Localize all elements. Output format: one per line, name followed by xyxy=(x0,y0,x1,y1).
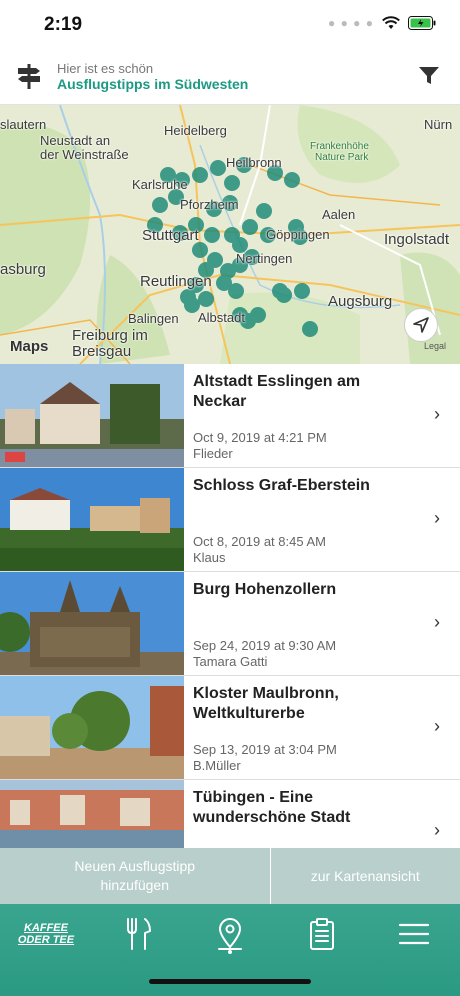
menu-icon xyxy=(399,923,429,945)
list-item[interactable]: Altstadt Esslingen am Neckar Oct 9, 2019… xyxy=(0,364,460,468)
map-label-strasbourg: asburg xyxy=(0,261,46,278)
map-label-heilbronn: Heilbronn xyxy=(226,155,282,170)
apple-maps-logo: Maps xyxy=(10,338,48,355)
map-label-freiburg: Freiburg im xyxy=(72,327,148,344)
tip-title: Schloss Graf-Eberstein xyxy=(193,477,370,494)
map-label-neustadt: Neustadt an xyxy=(40,133,111,148)
chevron-right-icon: › xyxy=(434,612,440,632)
map-label-nuertingen: Nertingen xyxy=(236,251,293,266)
maps-logo-text: Maps xyxy=(10,338,49,355)
tip-title: Tübingen - Eine wunderschöne Stadt xyxy=(193,789,351,826)
app-header: Hier ist es schön Ausflugstipps im Südwe… xyxy=(0,50,460,105)
header-title: Ausflugstipps im Südwesten xyxy=(57,76,249,92)
map-label-kaiserslautern: slautern xyxy=(0,117,47,132)
tab-tips-map[interactable] xyxy=(200,914,260,954)
tab-menu[interactable] xyxy=(384,914,444,954)
list-item[interactable]: Tübingen - Eine wunderschöne Stadt › xyxy=(0,780,460,848)
signal-dots-icon: ● ● ● ● xyxy=(328,16,374,30)
map-label-heidelberg: Heidelberg xyxy=(164,123,227,138)
map-label-pforzheim: Pforzheim xyxy=(180,197,239,212)
map-label-park: Frankenhöhe xyxy=(310,141,369,152)
map-label-ingolstadt: Ingolstadt xyxy=(384,231,450,248)
tip-author: Klaus xyxy=(193,550,226,565)
list-item[interactable]: Burg Hohenzollern Sep 24, 2019 at 9:30 A… xyxy=(0,572,460,676)
tip-title: Altstadt Esslingen am Neckar xyxy=(193,373,361,410)
header-subtitle: Hier ist es schön xyxy=(57,61,154,76)
status-time: 2:19 xyxy=(44,14,83,35)
map-legal-link[interactable]: Legal xyxy=(424,341,446,351)
map-label-nuernberg: Nürn xyxy=(424,117,453,132)
active-tab-indicator xyxy=(228,950,232,954)
map-label-goeppingen: Göppingen xyxy=(266,227,330,242)
filter-icon[interactable] xyxy=(418,66,440,86)
list-item[interactable]: Kloster Maulbronn, Weltkulturerbe Sep 13… xyxy=(0,676,460,780)
tips-list[interactable]: Altstadt Esslingen am Neckar Oct 9, 2019… xyxy=(0,364,460,848)
battery-icon xyxy=(408,16,436,30)
map-label-aalen: Aalen xyxy=(322,207,356,222)
chevron-right-icon: › xyxy=(434,716,440,736)
clipboard-icon xyxy=(310,918,334,950)
tab-list[interactable] xyxy=(292,914,352,954)
signpost-icon[interactable] xyxy=(16,62,42,90)
logo-line-1: KAFFEE xyxy=(23,922,68,934)
tip-thumbnail xyxy=(0,780,184,848)
list-item[interactable]: Schloss Graf-Eberstein Oct 8, 2019 at 8:… xyxy=(0,468,460,572)
status-icons: ● ● ● ● xyxy=(328,16,436,30)
tab-restaurants[interactable] xyxy=(108,914,168,954)
logo-line-2: ODER TEE xyxy=(17,934,75,946)
kaffee-oder-tee-logo: KAFFEE ODER TEE xyxy=(18,922,74,946)
map-label-weinstrasse: der Weinstraße xyxy=(40,147,129,162)
tip-author: Flieder xyxy=(193,446,233,461)
chevron-right-icon: › xyxy=(434,404,440,424)
locate-me-button[interactable] xyxy=(404,308,438,342)
tip-date: Oct 9, 2019 at 4:21 PM xyxy=(193,430,327,445)
tip-author: B.Müller xyxy=(193,758,241,773)
home-indicator xyxy=(149,979,311,984)
map-label-augsburg: Augsburg xyxy=(328,293,393,310)
map-pin-icon xyxy=(218,918,242,950)
map-label-karlsruhe: Karlsruhe xyxy=(132,177,188,192)
action-bar: Neuen Ausflugstipp hinzufügen zur Karten… xyxy=(0,848,460,904)
tip-date: Sep 13, 2019 at 3:04 PM xyxy=(193,742,337,757)
map-view[interactable]: Nürn Heidelberg Heilbronn Frankenhöhe Na… xyxy=(0,105,460,364)
tip-thumbnail xyxy=(0,572,184,675)
tip-title: Burg Hohenzollern xyxy=(193,581,337,598)
tip-title: Kloster Maulbronn, Weltkulturerbe xyxy=(193,685,339,722)
status-bar: 2:19 ● ● ● ● xyxy=(0,0,460,50)
tip-thumbnail xyxy=(0,676,184,779)
tip-thumbnail xyxy=(0,364,184,467)
map-label-breisgau: Breisgau xyxy=(72,343,132,360)
wifi-icon xyxy=(382,16,400,29)
map-view-button[interactable]: zur Kartenansicht xyxy=(269,848,460,904)
add-tip-button[interactable]: Neuen Ausflugstipp hinzufügen xyxy=(0,848,270,904)
map-label-balingen: Balingen xyxy=(128,311,179,326)
tip-date: Oct 8, 2019 at 8:45 AM xyxy=(193,534,326,549)
chevron-right-icon: › xyxy=(434,820,440,840)
location-arrow-icon xyxy=(413,317,429,333)
map-label-stuttgart: Stuttgart xyxy=(142,227,199,244)
tab-home-logo[interactable]: KAFFEE ODER TEE xyxy=(16,914,76,954)
tip-thumbnail xyxy=(0,468,184,571)
chevron-right-icon: › xyxy=(434,508,440,528)
tip-author: Tamara Gatti xyxy=(193,654,268,669)
tip-date: Sep 24, 2019 at 9:30 AM xyxy=(193,638,337,653)
map-label-reutlingen: Reutlingen xyxy=(140,273,212,290)
fork-knife-icon xyxy=(127,918,151,950)
map-label-albstadt: Albstadt xyxy=(198,310,245,325)
map-label-park-sub: Nature Park xyxy=(315,152,369,163)
